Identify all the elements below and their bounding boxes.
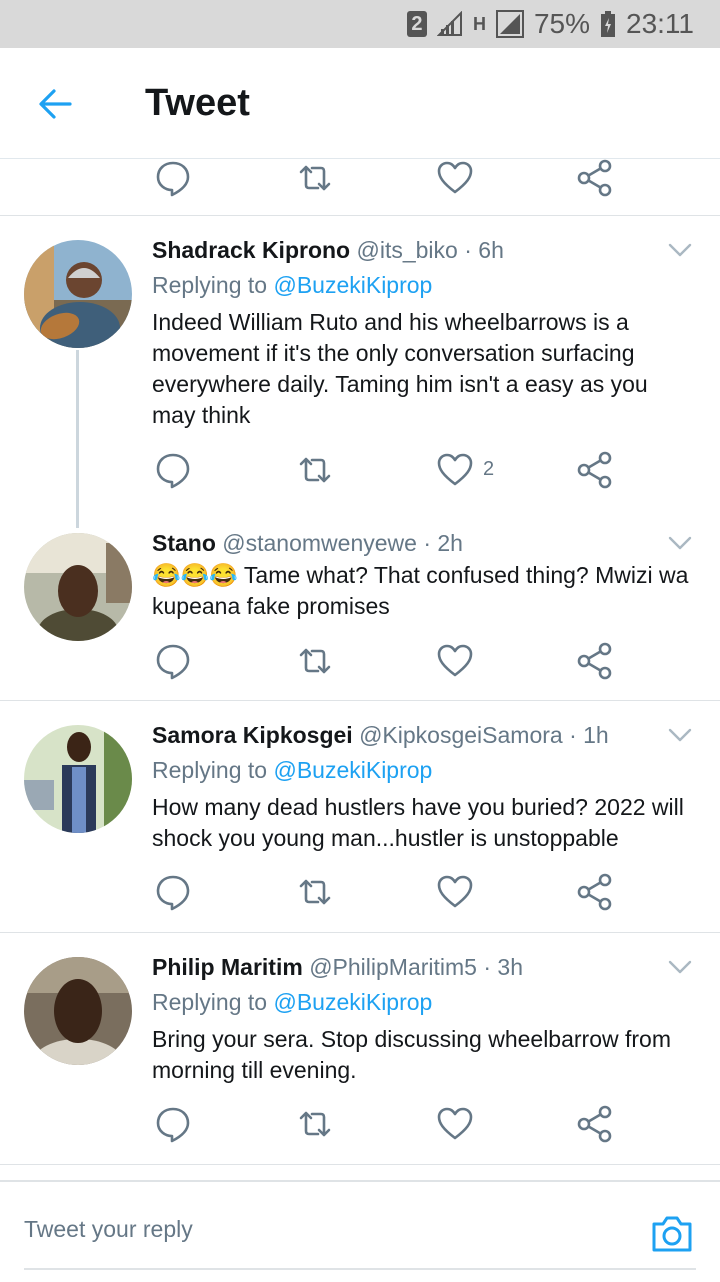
user-name[interactable]: Philip Maritim: [152, 954, 303, 980]
emoji: 😂😂😂: [152, 562, 238, 588]
tweet-text: 😂😂😂 Tame what? That confused thing? Mwiz…: [152, 560, 697, 622]
replying-to-label: Replying to: [152, 757, 268, 783]
reply-icon[interactable]: [153, 158, 193, 198]
like-icon[interactable]: [435, 1104, 475, 1144]
tweet-actions: [0, 872, 720, 932]
arrow-left-icon[interactable]: [36, 84, 76, 124]
user-handle[interactable]: @its_biko: [357, 237, 458, 263]
retweet-icon[interactable]: [295, 158, 335, 198]
chevron-down-icon[interactable]: [668, 536, 692, 550]
tweet-actions: 2: [0, 450, 720, 510]
tweet-header: Philip Maritim @PhilipMaritim5 · 3h: [152, 954, 523, 981]
reply-icon[interactable]: [153, 872, 193, 912]
avatar[interactable]: [24, 957, 132, 1065]
signal-icon: [495, 10, 524, 38]
timestamp: · 1h: [569, 722, 609, 748]
like-icon[interactable]: [435, 641, 475, 681]
network-type: H: [472, 13, 486, 34]
replying-to-label: Replying to: [152, 989, 268, 1015]
replying-to: Replying to @BuzekiKiprop: [152, 272, 432, 299]
reply-input-underline: [24, 1268, 696, 1270]
user-name[interactable]: Samora Kipkosgei: [152, 722, 353, 748]
replying-to: Replying to @BuzekiKiprop: [152, 989, 432, 1016]
like-icon[interactable]: [435, 872, 475, 912]
signal-icon: [436, 11, 462, 36]
tweet-header: Samora Kipkosgei @KipkosgeiSamora · 1h: [152, 722, 609, 749]
timestamp: · 6h: [464, 237, 504, 263]
divider: [0, 932, 720, 933]
battery-percent: 75%: [533, 8, 590, 39]
reply-icon[interactable]: [153, 450, 193, 490]
camera-icon[interactable]: [650, 1214, 694, 1254]
like-icon[interactable]: [435, 158, 475, 198]
reply-input[interactable]: Tweet your reply: [24, 1216, 193, 1243]
page-title: Tweet: [145, 82, 250, 124]
tweet-actions: [0, 158, 720, 218]
retweet-icon[interactable]: [295, 450, 335, 490]
tweet-text: How many dead hustlers have you buried? …: [152, 794, 684, 851]
retweet-icon[interactable]: [295, 872, 335, 912]
mention-link[interactable]: @BuzekiKiprop: [273, 757, 432, 783]
like-count: 2: [483, 458, 495, 480]
divider: [0, 1164, 720, 1165]
share-icon[interactable]: [575, 872, 615, 912]
mention-link[interactable]: @BuzekiKiprop: [273, 989, 432, 1015]
retweet-icon[interactable]: [295, 641, 335, 681]
timestamp: · 3h: [483, 954, 523, 980]
chevron-down-icon[interactable]: [668, 960, 692, 974]
share-icon[interactable]: [575, 158, 615, 198]
like-icon: [435, 450, 475, 490]
user-handle[interactable]: @PhilipMaritim5: [309, 954, 477, 980]
replying-to: Replying to @BuzekiKiprop: [152, 757, 432, 784]
retweet-icon[interactable]: [295, 1104, 335, 1144]
reply-icon[interactable]: [153, 1104, 193, 1144]
share-icon[interactable]: [575, 450, 615, 490]
tweet-header: Stano @stanomwenyewe · 2h: [152, 530, 463, 557]
mention-link[interactable]: @BuzekiKiprop: [273, 272, 432, 298]
replying-to-label: Replying to: [152, 272, 268, 298]
avatar[interactable]: [24, 533, 132, 641]
reply-composer: Tweet your reply: [0, 1180, 720, 1282]
divider: [0, 215, 720, 216]
tweet-text: Indeed William Ruto and his wheelbarrows…: [152, 309, 648, 428]
sim-indicator: 2: [406, 11, 427, 37]
tweet-actions: [0, 1104, 720, 1164]
share-icon[interactable]: [575, 641, 615, 681]
user-name[interactable]: Shadrack Kiprono: [152, 237, 350, 263]
user-handle[interactable]: @KipkosgeiSamora: [359, 722, 563, 748]
chevron-down-icon[interactable]: [668, 728, 692, 742]
share-icon[interactable]: [575, 1104, 615, 1144]
divider: [0, 700, 720, 701]
user-handle[interactable]: @stanomwenyewe: [222, 530, 417, 556]
timestamp: · 2h: [423, 530, 463, 556]
chevron-down-icon[interactable]: [668, 243, 692, 257]
user-name[interactable]: Stano: [152, 530, 216, 556]
app-bar: Tweet: [0, 48, 720, 159]
tweet-text: Bring your sera. Stop discussing wheelba…: [152, 1026, 672, 1083]
reply-icon[interactable]: [153, 641, 193, 681]
clock: 23:11: [626, 8, 694, 39]
battery-icon: [601, 11, 615, 37]
status-bar: 2 H 75% 23:11: [0, 0, 720, 48]
avatar[interactable]: [24, 240, 132, 348]
like-button[interactable]: 2: [435, 450, 494, 490]
avatar[interactable]: [24, 725, 132, 833]
tweet-header: Shadrack Kiprono @its_biko · 6h: [152, 237, 504, 264]
tweet-actions: [0, 641, 720, 701]
